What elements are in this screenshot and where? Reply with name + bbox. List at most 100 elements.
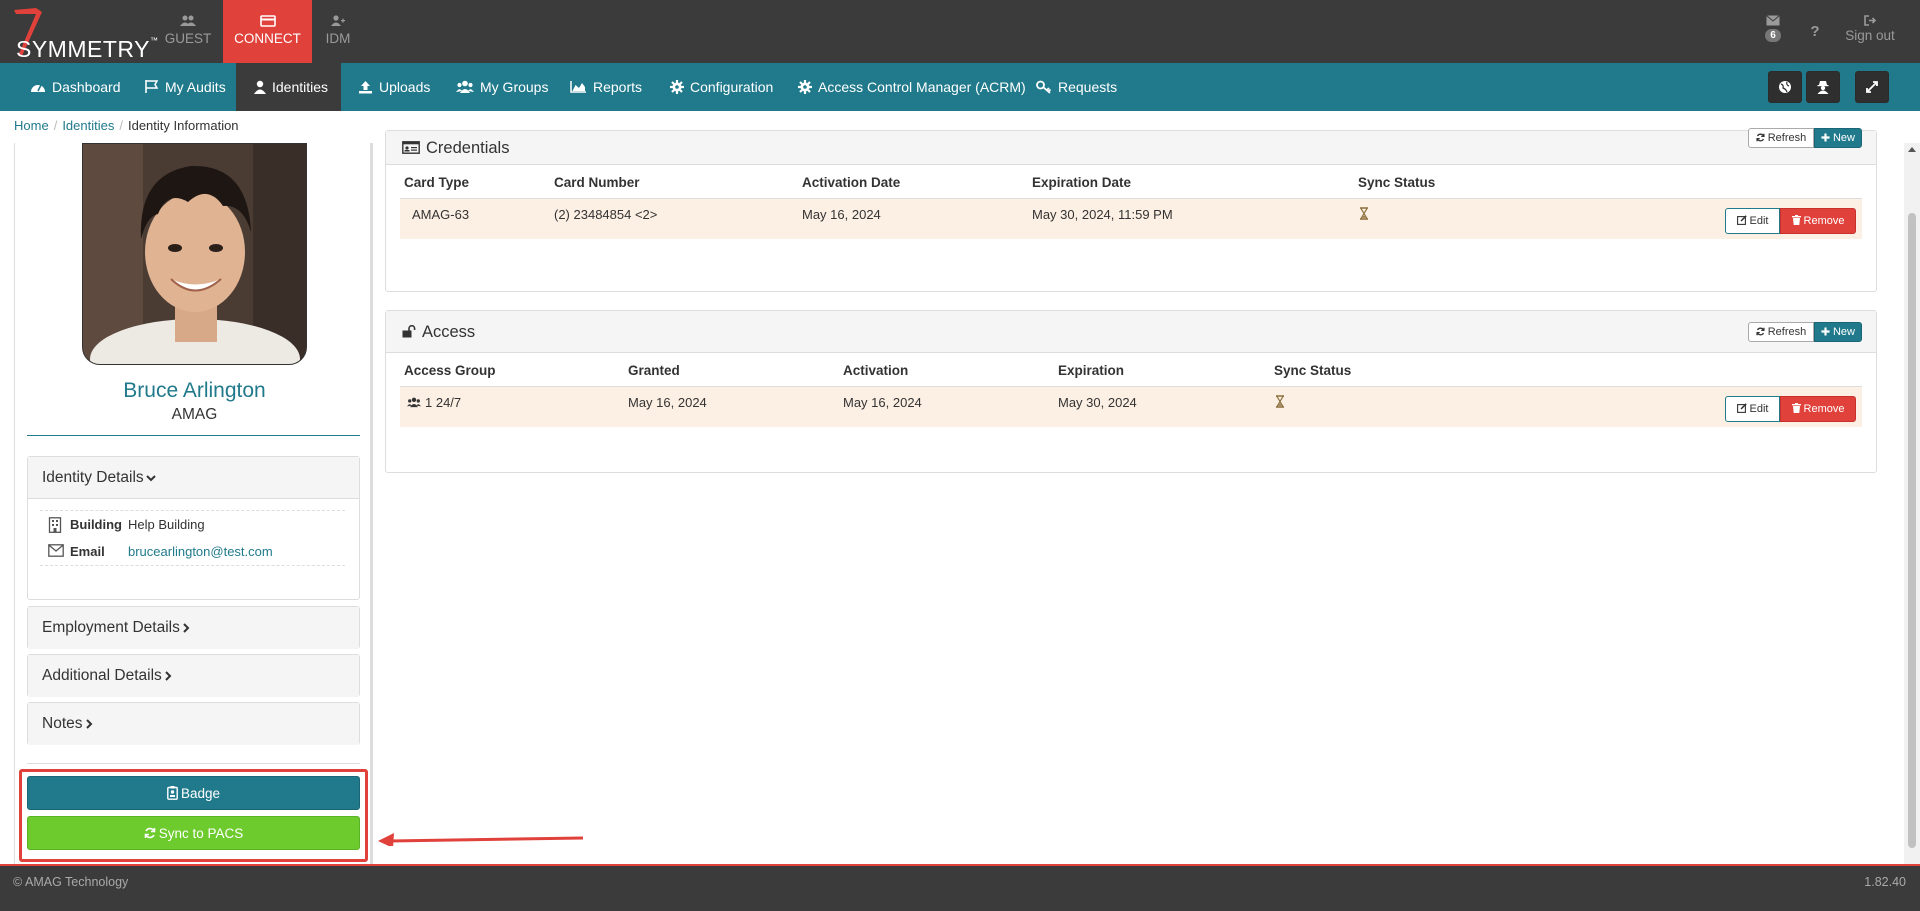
person-photo-image [83,144,306,364]
nav-my-groups[interactable]: My Groups [456,63,548,111]
nav-label: Uploads [379,79,431,95]
detail-value: Help Building [128,517,205,532]
new-label: New [1832,132,1855,144]
expiration-date-cell: May 30, 2024, 11:59 PM [1032,207,1173,222]
signout-button[interactable]: Sign out [1838,0,1902,63]
breadcrumb-identities[interactable]: Identities [62,118,114,133]
employment-details-toggle[interactable]: Employment Details [28,607,359,649]
breadcrumb-separator: / [53,118,58,133]
detail-label: Building [70,517,122,532]
remove-label: Remove [1803,215,1845,227]
card-icon [259,15,276,27]
access-header: Access Refresh New [386,311,1876,353]
user-icon [254,80,266,94]
access-panel: Access Refresh New Access Group Granted … [385,310,1877,473]
additional-details-toggle[interactable]: Additional Details [28,655,359,697]
breadcrumb-home[interactable]: Home [14,118,49,133]
edit-icon [1736,403,1747,414]
sign-out-icon [1863,15,1876,26]
identity-profile-panel: Bruce Arlington AMAG Identity Details Bu… [14,143,373,865]
table-header: Access Group Granted Activation Expirati… [400,353,1862,387]
badge-button[interactable]: Badge [27,776,360,810]
privacy-button[interactable] [1806,71,1840,103]
nav-reports[interactable]: Reports [570,63,642,111]
access-new-button[interactable]: New [1814,322,1862,342]
sync-label: Sync to PACS [158,826,244,841]
logo-trademark: ™ [149,36,159,45]
remove-access-button[interactable]: Remove [1780,396,1856,422]
sync-to-pacs-button[interactable]: Sync to PACS [27,816,360,850]
badge-label: Badge [180,786,221,801]
detail-row-email: Email brucearlington@test.com [40,538,345,566]
app-tab-label: IDM [325,31,351,46]
top-bar: SYMMETRY™ GUEST CONNECT IDM 6 ? Sign out [0,0,1920,63]
page-scrollbar[interactable] [1904,143,1920,865]
column-header: Card Number [554,175,640,190]
nav-acrm[interactable]: Access Control Manager (ACRM) [798,63,1026,111]
card-number-cell: (2) 23484854 <2> [554,207,658,222]
envelope-icon [48,544,64,557]
credentials-header: Credentials Refresh New [386,128,1876,165]
identity-details-section: Identity Details Building Help Building … [27,456,360,600]
help-button[interactable]: ? [1806,0,1824,63]
expiration-cell: May 30, 2024 [1058,395,1137,410]
table-header: Card Type Card Number Activation Date Ex… [400,165,1862,199]
scroll-thumb[interactable] [1908,213,1916,848]
row-actions: Edit Remove [1725,208,1856,234]
additional-details-section: Additional Details [27,654,360,697]
main-nav: Dashboard My Audits Identities Uploads M… [0,63,1920,111]
gear-icon [670,79,684,94]
version-text: 1.82.40 [1864,875,1906,889]
nav-requests[interactable]: Requests [1036,63,1117,111]
language-button[interactable] [1768,71,1802,103]
nav-label: Access Control Manager (ACRM) [818,79,1026,95]
divider [27,435,360,436]
credentials-table: Card Type Card Number Activation Date Ex… [400,165,1862,239]
hourglass-icon [1276,395,1284,408]
app-tab-idm[interactable]: IDM [316,0,360,63]
scroll-up-arrow-icon[interactable] [1908,147,1916,152]
refresh-label: Refresh [1767,132,1807,144]
edit-credential-button[interactable]: Edit [1725,208,1780,234]
remove-label: Remove [1803,403,1845,415]
row-actions: Edit Remove [1725,396,1856,422]
nav-label: Reports [593,79,643,95]
credentials-refresh-button[interactable]: Refresh [1748,128,1814,148]
identity-details-toggle[interactable]: Identity Details [28,457,359,499]
hourglass-icon [1360,207,1368,220]
nav-uploads[interactable]: Uploads [358,63,430,111]
nav-dashboard[interactable]: Dashboard [30,63,121,111]
group-icon [407,397,421,408]
nav-configuration[interactable]: Configuration [670,63,773,111]
breadcrumb-current: Identity Information [127,118,239,133]
area-chart-icon [570,81,586,94]
column-header: Sync Status [1358,175,1436,190]
notes-toggle[interactable]: Notes [28,703,359,745]
fullscreen-button[interactable] [1855,71,1889,103]
credentials-new-button[interactable]: New [1814,128,1862,148]
refresh-icon [1756,327,1765,336]
messages-button[interactable]: 6 [1760,0,1786,63]
footer: © AMAG Technology 1.82.40 [0,866,1920,911]
remove-credential-button[interactable]: Remove [1780,208,1856,234]
symmetry-logo[interactable]: SYMMETRY™ [6,6,158,62]
app-tab-connect[interactable]: CONNECT [223,0,312,63]
chevron-right-icon [85,719,92,729]
column-header: Sync Status [1274,363,1352,378]
nav-label: My Groups [480,79,549,95]
divider [27,763,360,764]
envelope-icon [1766,15,1780,26]
nav-label: My Audits [165,79,226,95]
edit-access-button[interactable]: Edit [1725,396,1780,422]
email-link[interactable]: brucearlington@test.com [128,538,273,566]
app-tab-guest[interactable]: GUEST [160,0,216,63]
breadcrumb-separator: / [119,118,123,133]
nav-identities[interactable]: Identities [236,63,341,111]
detail-row-building: Building Help Building [40,510,345,538]
activation-cell: May 16, 2024 [843,395,922,410]
breadcrumb: Home / Identities / Identity Information [14,118,239,133]
access-refresh-button[interactable]: Refresh [1748,322,1814,342]
table-row: AMAG-63 (2) 23484854 <2> May 16, 2024 Ma… [400,199,1862,239]
column-header: Expiration Date [1032,175,1132,190]
nav-my-audits[interactable]: My Audits [144,63,226,111]
